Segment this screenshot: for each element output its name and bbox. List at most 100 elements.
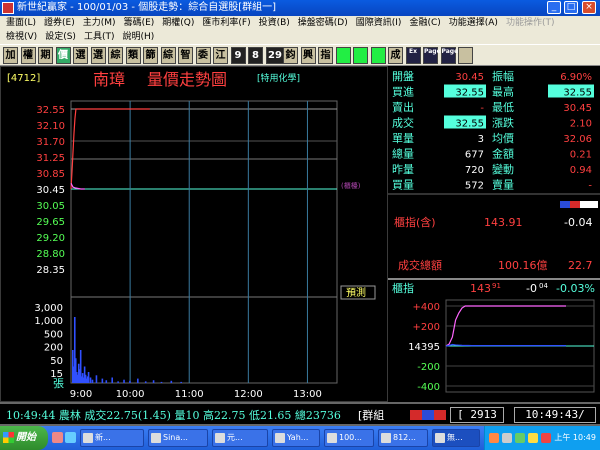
toolbar-button-5[interactable]: 選 [90,47,106,64]
mini-index-change: -0 [526,282,537,295]
menu-item-row2-1[interactable]: 設定(S) [41,30,80,44]
stock-name[interactable]: 南璋 [93,70,125,89]
tray-icon-2[interactable] [502,433,512,443]
close-button[interactable]: × [582,1,596,14]
taskbar-task[interactable]: 100... [324,429,374,447]
menu-item-row1-0[interactable]: 畫面(L) [2,16,40,30]
taskbar-task[interactable]: Yah... [272,429,320,447]
quote-label-right: 金額 [492,147,514,161]
toolbar-button-24[interactable]: Page [423,47,441,64]
time-tick-label: 9:00 [70,389,92,400]
status-clock: 10:49:43/ [514,407,596,423]
quick-launch-icon-1[interactable] [52,432,63,443]
toolbar-button-17[interactable]: 興 [300,47,316,64]
toolbar-button-13[interactable]: 9 [230,47,246,64]
toolbar-button-1[interactable]: 權 [20,47,36,64]
taskbar-clock[interactable]: 上午 10:49 [554,426,596,450]
taskbar-task[interactable]: Sina... [148,429,208,447]
toolbar-button-16[interactable]: 鈞 [283,47,298,64]
price-tick-label: 31.70 [36,137,65,148]
price-line [70,108,150,190]
mini-chart-tick: +200 [413,322,440,333]
mini-chart-tick: 14395 [408,342,440,353]
taskbar-task[interactable]: 812... [378,429,428,447]
menu-item-row1-3[interactable]: 籌碼(E) [120,16,159,30]
toolbar-button-15[interactable]: 29 [265,47,285,64]
volume-bar [87,372,90,383]
taskbar-task[interactable]: 元... [212,429,268,447]
toolbar-button-19[interactable] [335,47,351,64]
toolbar-button-6[interactable]: 綜 [108,47,123,64]
taskbar-task[interactable]: 新... [80,429,144,447]
toolbar-button-14[interactable]: 8 [248,47,263,64]
app-icon [2,2,14,14]
quote-label-left: 開盤 [392,70,414,83]
toolbar-button-0[interactable]: 加 [3,47,18,64]
maximize-button[interactable]: □ [564,1,578,14]
toolbar-button-26[interactable] [458,47,473,64]
menu-item-row2-3[interactable]: 說明(H) [118,30,158,44]
index-label: 櫃指(含) [394,215,436,229]
group-label[interactable]: [群組 [358,407,384,423]
industry-label: [特用化學] [257,72,300,84]
menu-item-row1-11[interactable]: 功能操作(T) [502,16,559,30]
menu-item-row1-5[interactable]: 匯市利率(F) [198,16,254,30]
price-tick-label: 28.35 [36,265,65,276]
menu-item-row2-0[interactable]: 檢視(V) [2,30,41,44]
volume-tick-label: 200 [44,343,63,354]
tray-icon-5[interactable] [541,433,551,443]
toolbar-button-3[interactable]: 價 [55,47,71,64]
toolbar-button-12[interactable]: 江 [213,47,228,64]
quote-value-left: 32.55 [455,119,484,130]
quote-label-right: 賣量 [492,178,514,192]
menu-item-row1-6[interactable]: 投資(B) [255,16,294,30]
turnover-extra: 22.7 [568,259,593,272]
toolbar-button-20[interactable] [353,47,368,64]
toolbar-button-7[interactable]: 類 [125,47,141,64]
toolbar-button-11[interactable]: 委 [195,47,211,64]
toolbar-button-8[interactable]: 篩 [143,47,158,64]
turnover-value: 100.16億 [498,259,548,272]
taskbar-task[interactable]: 無... [432,429,480,447]
toolbar-button-21[interactable] [370,47,386,64]
toolbar-button-23[interactable]: Ex [405,47,421,64]
menu-item-row1-2[interactable]: 主力(M) [79,16,120,30]
toolbar-button-25[interactable]: Page [440,47,458,64]
menu-item-row1-4[interactable]: 期權(Q) [158,16,198,30]
title-bar[interactable]: 新世紀贏家 - 100/01/03 - 個股走勢：綜合自選股[群組一] _ □ … [0,0,600,16]
quote-label-right: 漲跌 [492,116,514,130]
menu-item-row1-7[interactable]: 操盤密碼(D) [294,16,352,30]
chart-grid [70,100,338,384]
menu-item-row1-10[interactable]: 功能選擇(A) [445,16,502,30]
toolbar-button-18[interactable]: 指 [318,47,333,64]
volume-bar [180,381,182,383]
simulated-badge[interactable]: 預測 [346,286,366,299]
menu-item-row1-1[interactable]: 證券(E) [40,16,79,30]
menu-item-row1-8[interactable]: 國際資訊(I) [352,16,406,30]
task-label: Sina... [163,433,188,442]
toolbar-button-4[interactable]: 選 [73,47,88,64]
task-label: 100... [339,433,362,442]
tray-icon-3[interactable] [515,433,525,443]
quote-label-right: 最低 [492,101,514,114]
volume-unit: 張 [53,377,64,390]
toolbar-button-2[interactable]: 期 [38,47,53,64]
menu-item-row2-2[interactable]: 工具(T) [80,30,119,44]
price-tick-label: 28.80 [36,249,65,260]
volume-bars [72,317,182,383]
volume-bar [129,380,131,383]
index-color-bar-blue [560,201,570,208]
start-button[interactable]: 開始 [0,426,48,450]
minimize-button[interactable]: _ [547,1,561,14]
price-tick-label: 32.10 [36,121,65,132]
toolbar-button-22[interactable]: 成 [388,47,403,64]
toolbar-button-9[interactable]: 綜 [160,47,176,64]
quick-launch-icon-2[interactable] [65,432,76,443]
toolbar-button-10[interactable]: 智 [178,47,193,64]
tray-icon-1[interactable] [489,433,499,443]
menu-item-row1-9[interactable]: 金融(C) [405,16,444,30]
menu-bar: 畫面(L) 證券(E) 主力(M) 籌碼(E) 期權(Q) 匯市利率(F) 投資(B) 操盤密… [0,16,600,44]
volume-bar [152,380,155,383]
quote-value-left: 30.45 [455,72,484,83]
tray-icon-4[interactable] [528,433,538,443]
